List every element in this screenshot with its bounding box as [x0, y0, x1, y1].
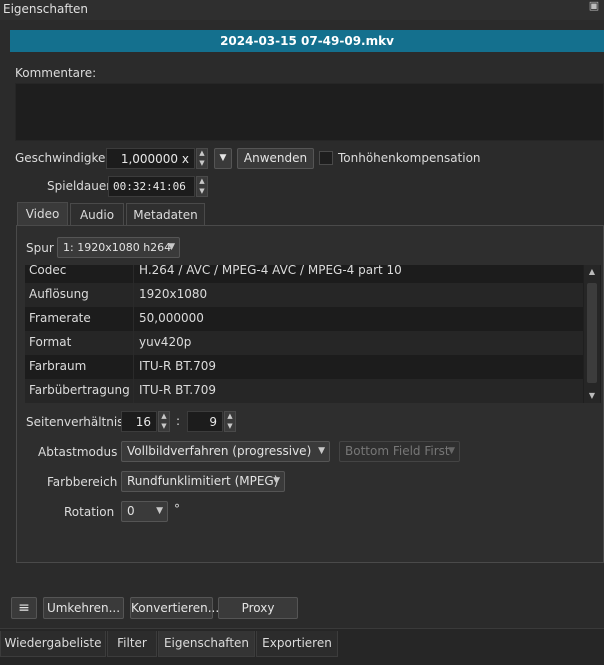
tab-filter[interactable]: Filter [107, 631, 157, 657]
duration-label: Spieldauer [47, 179, 112, 193]
comments-label: Kommentare: [15, 66, 97, 80]
property-value: 1920x1080 [139, 287, 208, 301]
scan-mode-select[interactable]: Vollbildverfahren (progressive) ▼ [121, 441, 330, 462]
speed-input[interactable]: 1,000000 x [106, 148, 195, 169]
rotation-label: Rotation [64, 505, 115, 519]
duration-input[interactable]: 00:32:41:06 [108, 176, 195, 197]
aspect-width-value: 16 [135, 415, 151, 429]
property-key: Format [29, 335, 72, 349]
table-row: Farbübertragung ITU-R BT.709 [25, 379, 583, 403]
property-value: 50,000000 [139, 311, 204, 325]
properties-table: Codec H.264 / AVC / MPEG-4 AVC / MPEG-4 … [25, 265, 601, 403]
reverse-button[interactable]: Umkehren... [43, 597, 124, 619]
scan-mode-label: Abtastmodus [38, 445, 118, 459]
chevron-down-icon: ▼ [448, 446, 455, 456]
table-row: Farbraum ITU-R BT.709 [25, 355, 583, 379]
property-value: H.264 / AVC / MPEG-4 AVC / MPEG-4 part 1… [139, 265, 402, 277]
property-value: ITU-R BT.709 [139, 359, 216, 373]
chevron-down-icon: ▼ [273, 476, 280, 486]
rotation-unit: ° [174, 502, 180, 516]
tab-video[interactable]: Video [17, 202, 68, 226]
stepper-down-icon[interactable]: ▼ [197, 159, 207, 169]
aspect-height-stepper[interactable]: ▲ ▼ [224, 411, 236, 432]
property-key: Farbübertragung [29, 383, 130, 397]
scroll-down-icon[interactable]: ▼ [584, 389, 600, 403]
rotation-value: 0 [127, 504, 135, 518]
chevron-down-icon: ▼ [168, 242, 175, 252]
color-range-label: Farbbereich [47, 475, 118, 489]
convert-button[interactable]: Konvertieren... [130, 597, 219, 619]
stepper-up-icon[interactable]: ▲ [197, 149, 207, 159]
apply-button[interactable]: Anwenden [237, 148, 314, 169]
chevron-down-icon: ▼ [318, 446, 325, 456]
tab-metadata[interactable]: Metadaten [126, 203, 205, 226]
window-titlebar: Eigenschaften ▣ [0, 0, 604, 20]
speed-presets-dropdown[interactable]: ▼ [214, 148, 232, 169]
property-value: yuv420p [139, 335, 192, 349]
tab-properties[interactable]: Eigenschaften [158, 631, 255, 657]
stepper-up-icon[interactable]: ▲ [197, 177, 207, 187]
property-key: Codec [29, 265, 67, 277]
track-select[interactable]: 1: 1920x1080 h264 ▼ [57, 237, 180, 258]
bottom-tab-bar: Wiedergabeliste Filter Eigenschaften Exp… [0, 628, 604, 665]
property-value: ITU-R BT.709 [139, 383, 216, 397]
table-row: Auflösung 1920x1080 [25, 283, 583, 307]
file-name-header: 2024-03-15 07-49-09.mkv [10, 30, 604, 52]
duration-stepper[interactable]: ▲ ▼ [196, 176, 208, 197]
chevron-down-icon: ▼ [156, 506, 163, 516]
stepper-up-icon[interactable]: ▲ [225, 412, 235, 422]
aspect-height-value: 9 [209, 415, 217, 429]
track-label: Spur [26, 241, 54, 255]
properties-scrollbar[interactable]: ▲ ▼ [584, 265, 600, 403]
field-order-select: Bottom Field First ▼ [339, 441, 460, 462]
close-icon[interactable]: ▣ [588, 0, 600, 12]
comments-textarea[interactable] [15, 83, 604, 141]
tab-export[interactable]: Exportieren [256, 631, 338, 657]
stepper-down-icon[interactable]: ▼ [197, 187, 207, 197]
scrollbar-thumb[interactable] [587, 283, 597, 383]
property-key: Framerate [29, 311, 91, 325]
track-select-value: 1: 1920x1080 h264 [63, 241, 172, 254]
table-row: Codec H.264 / AVC / MPEG-4 AVC / MPEG-4 … [25, 265, 583, 283]
aspect-width-stepper[interactable]: ▲ ▼ [158, 411, 170, 432]
scroll-up-icon[interactable]: ▲ [584, 265, 600, 279]
color-range-value: Rundfunklimitiert (MPEG) [127, 474, 279, 488]
pitch-compensation-label: Tonhöhenkompensation [338, 151, 481, 165]
window-title: Eigenschaften [3, 2, 89, 16]
property-key: Auflösung [29, 287, 89, 301]
property-key: Farbraum [29, 359, 87, 373]
stepper-down-icon[interactable]: ▼ [225, 422, 235, 432]
speed-stepper[interactable]: ▲ ▼ [196, 148, 208, 169]
proxy-button[interactable]: Proxy [218, 597, 298, 619]
aspect-separator: : [176, 414, 181, 428]
aspect-height-input[interactable]: 9 [187, 411, 223, 432]
tab-audio[interactable]: Audio [70, 203, 124, 226]
speed-label: Geschwindigkeit [15, 151, 114, 165]
rotation-select[interactable]: 0 ▼ [121, 501, 168, 522]
scan-mode-value: Vollbildverfahren (progressive) [127, 444, 312, 458]
aspect-width-input[interactable]: 16 [121, 411, 157, 432]
table-row: Framerate 50,000000 [25, 307, 583, 331]
speed-value: 1,000000 x [120, 152, 189, 166]
chevron-down-icon: ▼ [219, 153, 227, 163]
stepper-down-icon[interactable]: ▼ [159, 422, 169, 432]
aspect-ratio-label: Seitenverhältnis [26, 415, 124, 429]
menu-icon[interactable]: ≡ [11, 597, 37, 619]
color-range-select[interactable]: Rundfunklimitiert (MPEG) ▼ [121, 471, 285, 492]
stepper-up-icon[interactable]: ▲ [159, 412, 169, 422]
field-order-value: Bottom Field First [345, 444, 450, 458]
table-row: Format yuv420p [25, 331, 583, 355]
tab-playlist[interactable]: Wiedergabeliste [0, 631, 106, 657]
duration-value: 00:32:41:06 [113, 180, 186, 193]
pitch-compensation-checkbox[interactable] [319, 151, 333, 165]
